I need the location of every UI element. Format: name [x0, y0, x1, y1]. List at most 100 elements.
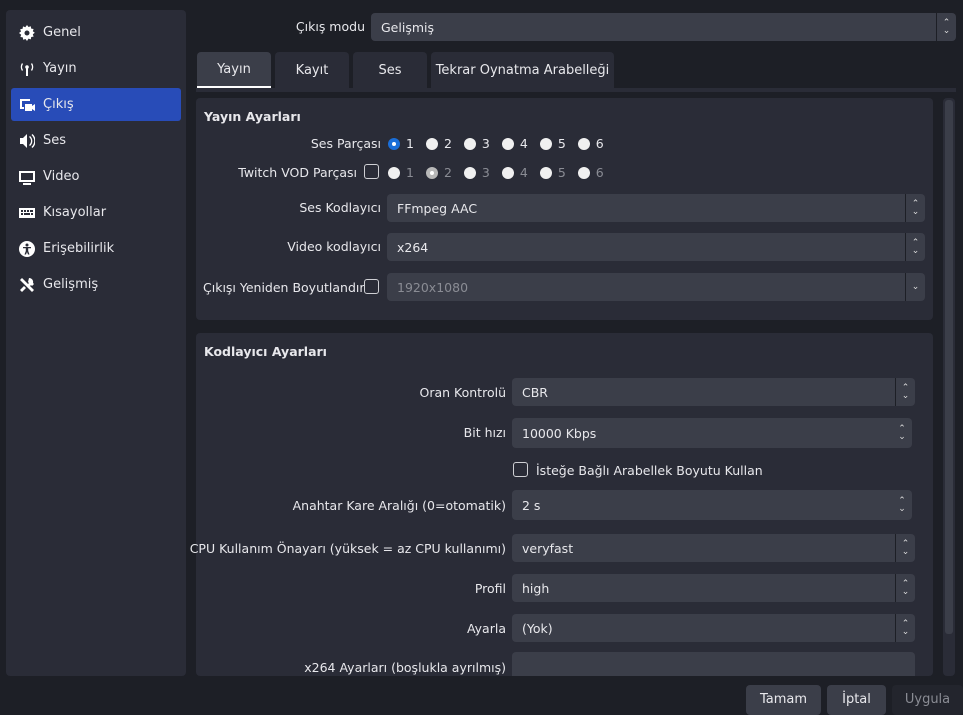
output-icon [20, 98, 35, 111]
tab-label: Ses [378, 62, 402, 78]
audio-encoder-value: FFmpeg AAC [397, 200, 478, 216]
video-encoder-label: Video kodlayıcı [287, 239, 381, 254]
monitor-icon [19, 170, 35, 185]
encoder-settings-title: Kodlayıcı Ayarları [204, 344, 327, 359]
spin-arrows-icon[interactable]: ⌃ ⌄ [892, 418, 912, 448]
radio-2[interactable] [425, 137, 438, 150]
radio-label: 5 [557, 136, 566, 151]
radio-5[interactable] [539, 166, 552, 179]
sidebar-item-genel[interactable]: Genel [11, 16, 181, 49]
gear-icon [19, 24, 35, 41]
sidebar-item-erisebilirlik[interactable]: Erişebilirlik [11, 232, 181, 265]
vod-track-radios: 1 2 3 4 5 6 [388, 165, 616, 180]
sidebar-item-label: Video [43, 169, 80, 184]
custom-buffer-checkbox[interactable] [513, 462, 528, 477]
radio-1[interactable] [388, 137, 400, 150]
radio-label: 4 [519, 165, 528, 180]
encoder-settings-panel: Kodlayıcı Ayarları Oran Kontrolü CBR ⌃ ⌄ B… [190, 333, 933, 682]
x264-options-label: x264 Ayarları (boşlukla ayrılmış) [304, 660, 506, 675]
audio-track-radios: 1 2 3 4 5 6 [388, 136, 616, 151]
keyboard-icon [19, 207, 35, 218]
tab-label: Yayın [217, 61, 251, 77]
radio-6[interactable] [577, 137, 590, 150]
tune-value: (Yok) [522, 620, 553, 636]
sidebar-item-label: Gelişmiş [43, 277, 99, 292]
vod-track-checkbox[interactable] [364, 164, 379, 179]
rate-control-value: CBR [522, 384, 548, 400]
radio-3[interactable] [463, 137, 476, 150]
sidebar-item-label: Çıkış [43, 97, 74, 112]
apply-button[interactable]: Uygula [892, 685, 963, 715]
radio-label: 6 [595, 165, 604, 180]
sidebar-item-video[interactable]: Video [11, 160, 181, 193]
tab-kayit[interactable]: Kayıt [275, 52, 349, 88]
rescale-select[interactable]: 1920x1080 ⌄ [387, 273, 925, 301]
chevron-updown-icon: ⌃ ⌄ [895, 614, 915, 642]
chevron-updown-icon: ⌃ ⌄ [905, 233, 925, 261]
antenna-icon [20, 62, 34, 76]
custom-buffer-label[interactable]: İsteğe Bağlı Arabellek Boyutu Kullan [536, 463, 763, 478]
scrollbar-thumb[interactable] [945, 100, 953, 634]
preset-select[interactable]: veryfast ⌃ ⌄ [512, 534, 915, 562]
accessibility-icon [19, 240, 35, 257]
sidebar-item-label: Erişebilirlik [43, 241, 115, 256]
radio-4[interactable] [501, 166, 514, 179]
keyframe-value: 2 s [522, 497, 541, 513]
audio-track-label: Ses Parçası [310, 136, 381, 151]
sidebar-item-cikis[interactable]: Çıkış [11, 88, 181, 121]
radio-label: 3 [481, 136, 490, 151]
sidebar-item-label: Yayın [43, 61, 77, 76]
sidebar-item-gelismis[interactable]: Gelişmiş [11, 268, 181, 301]
rescale-value: 1920x1080 [397, 279, 469, 295]
profile-select[interactable]: high ⌃ ⌄ [512, 574, 915, 602]
keyframe-label: Anahtar Kare Aralığı (0=otomatik) [292, 498, 506, 513]
sidebar: Genel Yayın Çıkış Ses Video Kısayollar E… [6, 10, 186, 676]
bitrate-label: Bit hızı [463, 425, 506, 440]
audio-encoder-select[interactable]: FFmpeg AAC ⌃ ⌄ [387, 194, 925, 222]
sidebar-item-kisayollar[interactable]: Kısayollar [11, 196, 181, 229]
radio-4[interactable] [501, 137, 514, 150]
tab-ses[interactable]: Ses [353, 52, 427, 88]
keyframe-spinbox[interactable]: 2 s ⌃ ⌄ [512, 490, 912, 520]
radio-label: 5 [557, 165, 566, 180]
tab-yayin[interactable]: Yayın [197, 52, 271, 88]
chevron-updown-icon: ⌃ ⌄ [895, 574, 915, 602]
output-mode-select[interactable]: Gelişmiş ⌃ ⌄ [371, 13, 956, 41]
bitrate-spinbox[interactable]: 10000 Kbps ⌃ ⌄ [512, 418, 912, 448]
cancel-button[interactable]: İptal [827, 685, 886, 715]
tune-select[interactable]: (Yok) ⌃ ⌄ [512, 614, 915, 642]
video-encoder-select[interactable]: x264 ⌃ ⌄ [387, 233, 925, 261]
chevron-updown-icon: ⌃ ⌄ [895, 378, 915, 406]
radio-label: 1 [406, 136, 414, 151]
chevron-updown-icon: ⌃ ⌄ [895, 534, 915, 562]
rescale-checkbox[interactable] [364, 279, 379, 294]
scrollbar[interactable] [943, 98, 955, 676]
ok-button[interactable]: Tamam [746, 685, 821, 715]
spin-arrows-icon[interactable]: ⌃ ⌄ [892, 490, 912, 520]
output-mode-label: Çıkış modu [295, 19, 365, 34]
sidebar-item-label: Genel [43, 25, 81, 40]
sidebar-item-ses[interactable]: Ses [11, 124, 181, 157]
radio-5[interactable] [539, 137, 552, 150]
profile-value: high [522, 580, 550, 596]
radio-label: 4 [519, 136, 528, 151]
vod-track-label: Twitch VOD Parçası [238, 165, 357, 180]
rate-control-select[interactable]: CBR ⌃ ⌄ [512, 378, 915, 406]
radio-1[interactable] [388, 166, 400, 179]
speaker-icon [20, 133, 35, 148]
chevron-updown-icon: ⌃ ⌄ [905, 194, 925, 222]
preset-label: CPU Kullanım Önayarı (yüksek = az CPU ku… [189, 541, 506, 556]
chevron-updown-icon: ⌃ ⌄ [936, 13, 956, 41]
sidebar-item-yayin[interactable]: Yayın [11, 52, 181, 85]
radio-6[interactable] [577, 166, 590, 179]
radio-3[interactable] [463, 166, 476, 179]
radio-label: 2 [443, 165, 452, 180]
preset-value: veryfast [522, 540, 574, 556]
radio-label: 3 [481, 165, 490, 180]
radio-label: 6 [595, 136, 604, 151]
stream-settings-panel: Yayın Ayarları Ses Parçası 1 2 3 4 5 6 Twitch… [196, 98, 933, 320]
radio-label: 1 [406, 165, 414, 180]
chevron-down-icon: ⌄ [905, 273, 925, 301]
radio-2[interactable] [425, 166, 438, 179]
tab-replay-buffer[interactable]: Tekrar Oynatma Arabelleği [431, 52, 614, 88]
